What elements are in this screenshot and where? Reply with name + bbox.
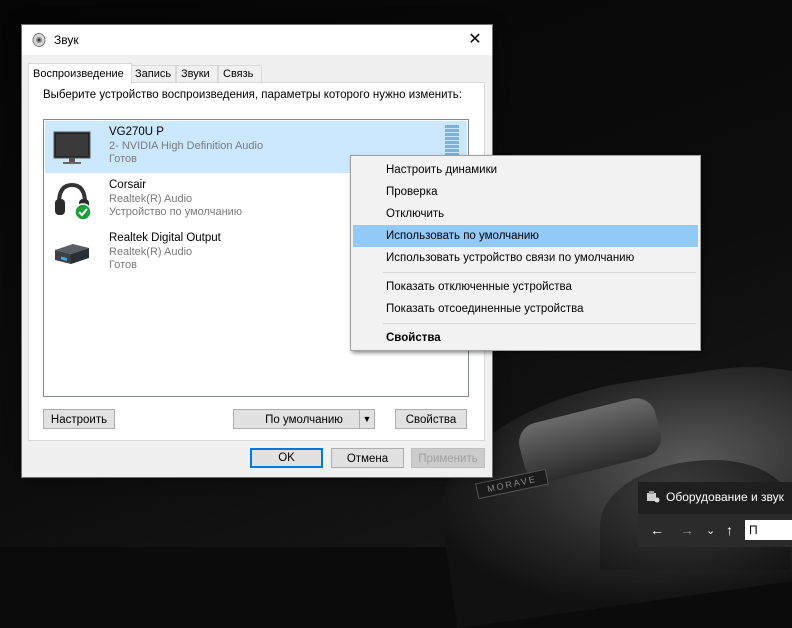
tab-playback[interactable]: Воспроизведение [28,63,132,84]
up-arrow-icon[interactable]: ↑ [726,522,733,538]
device-driver: Realtek(R) Audio [109,246,193,258]
explorer-nav-bar: ← → ⌄ ↑ П [638,514,792,547]
instruction-text: Выберите устройство воспроизведения, пар… [43,89,462,101]
device-driver: Realtek(R) Audio [109,193,193,205]
properties-button[interactable]: Свойства [395,409,467,429]
device-status: Устройство по умолчанию [109,206,243,218]
ok-button[interactable]: OK [250,448,323,468]
tab-sounds[interactable]: Звуки [176,65,218,83]
device-context-menu: Настроить динамики Проверка Отключить Ис… [350,155,701,351]
default-check-icon [74,203,92,221]
dropdown-arrow-icon[interactable]: ▼ [359,410,374,428]
explorer-window-fragment: Оборудование и звук ← → ⌄ ↑ П [638,482,792,547]
menu-item-properties[interactable]: Свойства [353,327,698,349]
tab-communications[interactable]: Связь [218,65,262,83]
menu-item-test[interactable]: Проверка [353,181,698,203]
monitor-icon [53,131,91,164]
window-title: Звук [54,33,79,47]
address-bar[interactable]: П [745,520,792,540]
menu-item-configure-speakers[interactable]: Настроить динамики [353,159,698,181]
device-status: Готов [109,259,137,271]
recent-dropdown-icon[interactable]: ⌄ [706,524,715,537]
menu-item-set-default[interactable]: Использовать по умолчанию [353,225,698,247]
speaker-icon [32,33,46,47]
close-button[interactable]: ✕ [458,25,492,55]
title-bar[interactable]: Звук ✕ [22,25,492,55]
device-driver: 2- NVIDIA High Definition Audio [109,140,264,152]
menu-item-show-disabled[interactable]: Показать отключенные устройства [353,276,698,298]
device-name: Corsair [109,179,147,191]
menu-item-disable[interactable]: Отключить [353,203,698,225]
device-name: VG270U P [109,126,164,138]
cancel-button[interactable]: Отмена [331,448,404,468]
tab-recording[interactable]: Запись [130,65,176,83]
set-default-label: По умолчанию [265,414,343,426]
device-name: Realtek Digital Output [109,232,221,244]
menu-item-set-default-comm[interactable]: Использовать устройство связи по умолчан… [353,247,698,269]
set-default-split-button[interactable]: По умолчанию ▼ [233,409,375,429]
configure-button[interactable]: Настроить [43,409,115,429]
digital-output-icon [55,244,89,264]
menu-item-show-disconnected[interactable]: Показать отсоединенные устройства [353,298,698,320]
headphones-icon [55,182,92,221]
explorer-title: Оборудование и звук [646,490,784,504]
menu-separator [383,323,696,324]
back-arrow-icon[interactable]: ← [650,522,664,538]
hardware-sound-icon [647,491,660,503]
forward-arrow-icon[interactable]: → [680,522,694,538]
device-status: Готов [109,153,137,165]
apply-button[interactable]: Применить [411,448,485,468]
menu-separator [383,272,696,273]
